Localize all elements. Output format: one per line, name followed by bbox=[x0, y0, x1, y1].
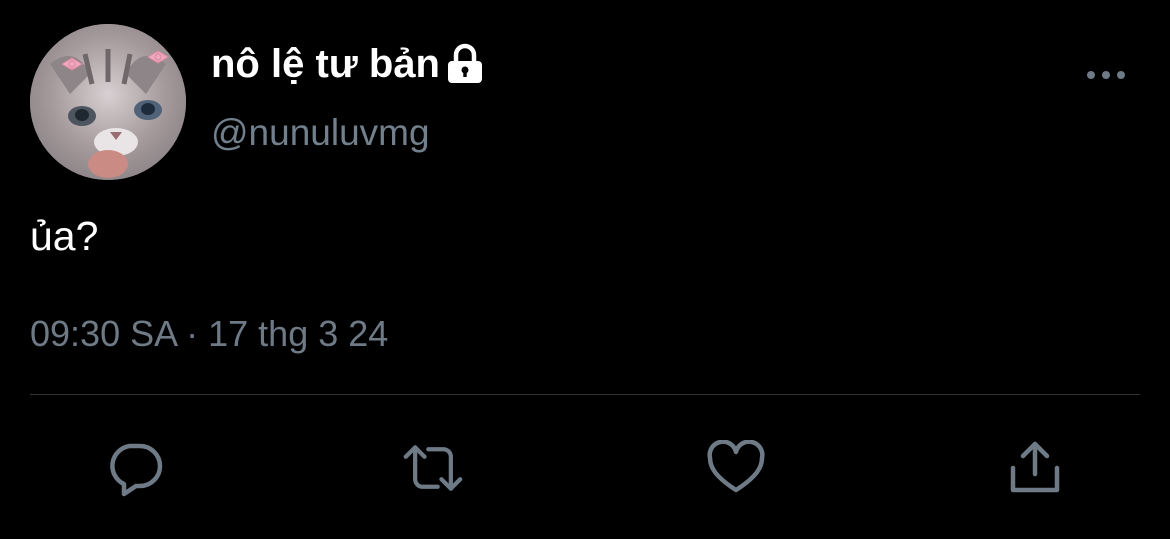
kitten-avatar-icon bbox=[30, 24, 186, 180]
divider bbox=[30, 394, 1140, 395]
user-handle[interactable]: @nunuluvmg bbox=[211, 112, 430, 154]
tweet-text: ủa? bbox=[30, 213, 99, 259]
retweet-icon bbox=[403, 445, 463, 491]
reply-icon bbox=[110, 443, 163, 497]
like-button[interactable] bbox=[705, 437, 767, 499]
retweet-button[interactable] bbox=[402, 437, 464, 499]
tweet-timestamp[interactable]: 09:30 SA · 17 thg 3 24 bbox=[30, 313, 388, 355]
lock-icon bbox=[446, 43, 484, 87]
display-name[interactable]: nô lệ tư bản bbox=[211, 42, 484, 87]
reply-button[interactable] bbox=[105, 437, 167, 499]
display-name-text: nô lệ tư bản bbox=[211, 42, 440, 86]
heart-icon bbox=[707, 440, 765, 493]
more-options-icon[interactable] bbox=[1086, 64, 1126, 86]
share-icon bbox=[1010, 441, 1060, 493]
share-button[interactable] bbox=[1004, 437, 1066, 499]
avatar[interactable] bbox=[30, 24, 186, 180]
